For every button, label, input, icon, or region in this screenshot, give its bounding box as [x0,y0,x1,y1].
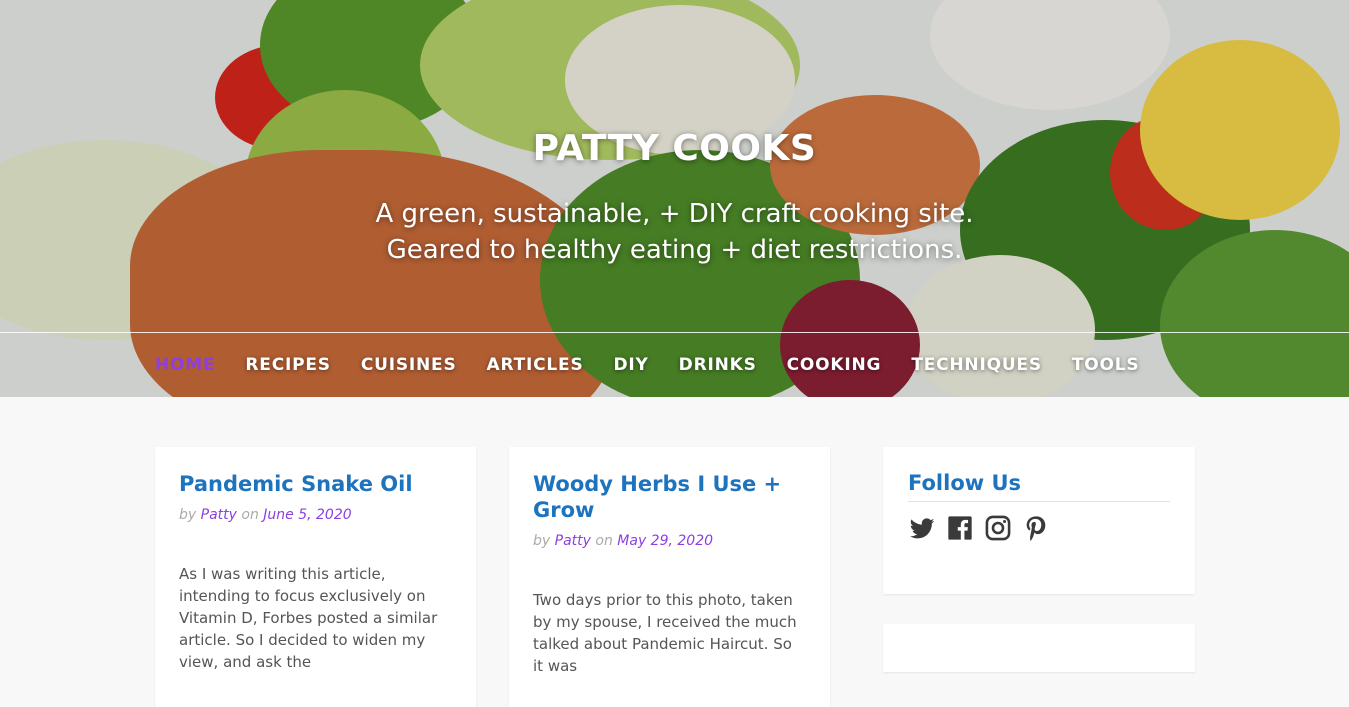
facebook-icon[interactable] [946,514,974,542]
meta-on: on [241,507,259,523]
nav-item-tools[interactable]: TOOLS [1072,355,1140,375]
follow-us-widget: Follow Us [883,447,1195,594]
instagram-icon[interactable] [984,514,1012,542]
site-header: PATTY COOKS A green, sustainable, + DIY … [0,0,1349,397]
sidebar-widget [883,624,1195,672]
meta-on: on [595,533,613,549]
post-author-link[interactable]: Patty [555,533,591,549]
nav-item-techniques[interactable]: TECHNIQUES [911,355,1042,375]
nav-item-articles[interactable]: ARTICLES [487,355,584,375]
post-card: Pandemic Snake Oil by Patty on June 5, 2… [155,447,476,707]
meta-by: by [179,507,197,523]
nav-item-recipes[interactable]: RECIPES [245,355,330,375]
post-meta: by Patty on June 5, 2020 [179,507,452,523]
post-title[interactable]: Woody Herbs I Use + Grow [533,471,806,523]
post-title[interactable]: Pandemic Snake Oil [179,471,452,497]
widget-title: Follow Us [908,471,1170,502]
nav-item-home[interactable]: HOME [155,355,215,375]
post-meta: by Patty on May 29, 2020 [533,533,806,549]
site-tagline: A green, sustainable, + DIY craft cookin… [0,196,1349,268]
site-title[interactable]: PATTY COOKS [0,128,1349,169]
post-date-link[interactable]: May 29, 2020 [617,533,713,549]
post-excerpt: As I was writing this article, intending… [179,565,438,671]
meta-by: by [533,533,551,549]
nav-item-cuisines[interactable]: CUISINES [361,355,457,375]
tagline-line-2: Geared to healthy eating + diet restrict… [386,235,963,265]
pinterest-icon[interactable] [1022,514,1050,542]
main-navigation: HOME RECIPES CUISINES ARTICLES DIY DRINK… [155,333,1139,397]
post-card: Woody Herbs I Use + Grow by Patty on May… [509,447,830,707]
social-links [908,514,1170,542]
post-author-link[interactable]: Patty [201,507,237,523]
nav-item-drinks[interactable]: DRINKS [679,355,757,375]
nav-item-cooking[interactable]: COOKING [787,355,882,375]
post-excerpt: Two days prior to this photo, taken by m… [533,591,797,675]
twitter-icon[interactable] [908,514,936,542]
nav-item-diy[interactable]: DIY [614,355,649,375]
tagline-line-1: A green, sustainable, + DIY craft cookin… [375,199,974,229]
post-date-link[interactable]: June 5, 2020 [263,507,351,523]
